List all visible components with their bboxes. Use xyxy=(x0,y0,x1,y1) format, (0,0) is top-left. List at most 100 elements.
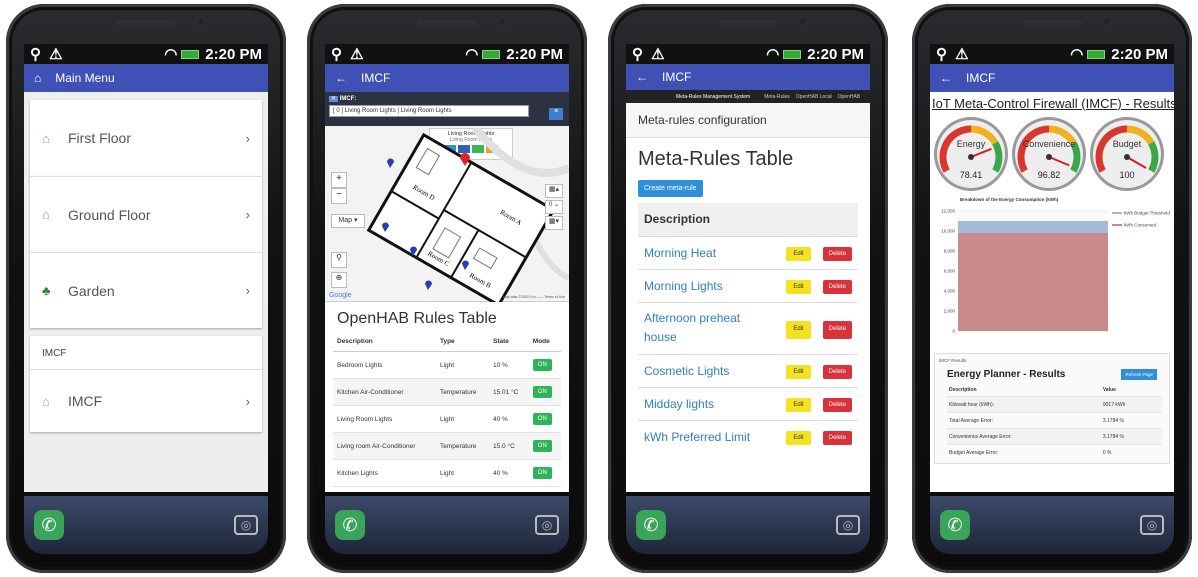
phone-call-icon[interactable]: ✆ xyxy=(34,510,64,540)
table-row: kWh Preferred Limit Edit Delete xyxy=(638,419,858,453)
delete-button[interactable]: Delete xyxy=(822,280,852,294)
front-camera xyxy=(1102,16,1112,26)
on-toggle[interactable]: ON xyxy=(532,467,552,479)
on-toggle[interactable]: ON xyxy=(532,413,552,425)
cell-mode: ON xyxy=(528,378,561,406)
map-type-button[interactable]: Map ▾ xyxy=(331,214,365,228)
phone-call-icon[interactable]: ✆ xyxy=(940,510,970,540)
cell-mode: ON xyxy=(528,351,561,379)
config-header: Meta-rules configuration xyxy=(626,103,870,138)
wifi-icon: ◠ xyxy=(766,46,780,63)
delete-button[interactable]: Delete xyxy=(822,365,852,379)
web-navbar: Meta-Rules Management System Meta-Rules … xyxy=(626,90,870,103)
back-arrow-icon[interactable]: ← xyxy=(335,71,347,85)
menu-list: ⌂ First Floor › ⌂ Ground Floor › ♣ Garde… xyxy=(24,92,268,492)
cell-delete: Delete xyxy=(816,419,858,453)
nav-link-meta-rules[interactable]: Meta-Rules xyxy=(764,94,790,100)
zoom-in-button[interactable]: + xyxy=(331,172,347,188)
status-time: 2:20 PM xyxy=(1111,45,1168,63)
delete-button[interactable]: Delete xyxy=(822,431,852,446)
rule-link[interactable]: Morning Heat xyxy=(638,235,781,269)
edit-button[interactable]: Edit xyxy=(786,247,811,261)
level-up-button[interactable]: ▦▴ xyxy=(545,184,563,198)
home-icon[interactable]: ⌂ xyxy=(34,71,41,85)
on-toggle[interactable]: ON xyxy=(532,440,552,452)
map-toolbar: ✕ IMCF: [ 0 ] Living Room Lights | Livin… xyxy=(325,92,569,126)
chart-title: Breakdown of the Energy Consumption (kWh… xyxy=(960,197,1059,202)
edit-button[interactable]: Edit xyxy=(786,280,811,294)
map-road xyxy=(471,128,569,177)
rule-link[interactable]: Cosmetic Lights xyxy=(638,353,781,387)
status-bar: ⚲ ⚠ ◠ 2:20 PM xyxy=(24,44,268,64)
edit-button[interactable]: Edit xyxy=(786,431,811,446)
col-description: Description xyxy=(333,332,436,352)
meta-rules-title: Meta-Rules Table xyxy=(638,148,794,170)
speaker-grille xyxy=(718,20,778,25)
rule-link[interactable]: Afternoon preheat house xyxy=(638,301,781,354)
menu-item-label: First Floor xyxy=(68,130,131,146)
menu-item-first-floor[interactable]: ⌂ First Floor › xyxy=(30,100,262,176)
edit-button[interactable]: Edit xyxy=(786,321,811,339)
menu-item-label: Ground Floor xyxy=(68,206,151,223)
edit-button[interactable]: Edit xyxy=(786,365,811,379)
app-bar: ← IMCF xyxy=(930,64,1174,92)
back-arrow-icon[interactable]: ← xyxy=(940,71,952,85)
on-toggle[interactable]: ON xyxy=(532,386,552,398)
menu-item-ground-floor[interactable]: ⌂ Ground Floor › xyxy=(30,176,262,252)
gauge-hub xyxy=(968,154,974,160)
planner-title: Energy Planner - Results xyxy=(947,369,1066,380)
refresh-button[interactable]: Refresh Page xyxy=(1121,369,1157,380)
rule-link[interactable]: kWh Preferred Limit xyxy=(638,419,781,453)
app-bar: ← IMCF xyxy=(626,64,870,90)
zoom-out-button[interactable]: − xyxy=(331,188,347,204)
marker-icon[interactable] xyxy=(387,158,394,169)
camera-icon[interactable]: ◎ xyxy=(234,515,258,535)
locate-icon[interactable]: ⊕ xyxy=(331,272,347,288)
delete-button[interactable]: Delete xyxy=(822,321,852,339)
phone-call-icon[interactable]: ✆ xyxy=(636,510,666,540)
table-row: Cosmetic Lights Edit Delete xyxy=(638,353,858,387)
table-row: Kitchen Lights Light 40 % ON xyxy=(333,459,561,487)
marker-icon[interactable] xyxy=(425,280,432,291)
menu-item-label: IMCF xyxy=(68,393,103,409)
wifi-icon: ◠ xyxy=(164,46,178,63)
menu-item-garden[interactable]: ♣ Garden › xyxy=(30,252,262,328)
col-type: Type xyxy=(435,332,490,352)
edit-button[interactable]: Edit xyxy=(786,398,811,412)
phone-1: ⚲ ⚠ ◠ 2:20 PM ⌂ Main Menu ⌂ First Floor … xyxy=(6,4,286,573)
cell-edit: Edit xyxy=(780,386,817,420)
battery-icon xyxy=(482,49,501,59)
cell-mode: ON xyxy=(528,459,561,487)
navbar-brand[interactable]: Meta-Rules Management System xyxy=(676,94,750,100)
delete-button[interactable]: Delete xyxy=(822,398,852,412)
delete-button[interactable]: Delete xyxy=(822,247,852,261)
nav-link-openhab-local[interactable]: OpenHAB Local xyxy=(796,94,832,100)
app-bar: ← IMCF xyxy=(325,64,569,92)
rule-link[interactable]: Morning Lights xyxy=(638,268,781,302)
menu-icon[interactable]: ≡ xyxy=(549,108,563,120)
camera-icon[interactable]: ◎ xyxy=(535,515,559,535)
menu-item-imcf[interactable]: ⌂ IMCF › xyxy=(30,370,262,432)
create-meta-rule-button[interactable]: Create meta-rule xyxy=(638,180,703,197)
cell-delete: Delete xyxy=(816,386,858,420)
nav-link-openhab[interactable]: OpenHAB xyxy=(838,94,861,100)
table-header: Description Type State Mode xyxy=(333,332,561,352)
gauge-band xyxy=(1095,125,1128,173)
cell-value: 9017 kWh xyxy=(1100,396,1162,413)
floor-map[interactable]: ✕ IMCF: [ 0 ] Living Room Lights | Livin… xyxy=(325,92,569,302)
house-icon: ⌂ xyxy=(42,130,50,146)
usb-icon: ⚲ ⚠ xyxy=(936,46,971,63)
on-toggle[interactable]: ON xyxy=(532,359,552,371)
back-arrow-icon[interactable]: ← xyxy=(636,70,648,84)
rule-link[interactable]: Midday lights xyxy=(638,386,781,420)
camera-icon[interactable]: ◎ xyxy=(1140,515,1164,535)
pegman-icon[interactable]: ⚲ xyxy=(331,252,347,268)
phone-call-icon[interactable]: ✆ xyxy=(335,510,365,540)
gauge-value: 78.41 xyxy=(959,170,983,180)
level-select[interactable]: 0 ⌄ xyxy=(545,200,563,214)
cell-desc: Kitchen Lights xyxy=(333,459,436,487)
close-icon[interactable]: ✕ xyxy=(329,96,339,102)
camera-icon[interactable]: ◎ xyxy=(836,515,860,535)
level-down-button[interactable]: ▦▾ xyxy=(545,216,563,230)
item-select[interactable]: [ 0 ] Living Room Lights | Living Room L… xyxy=(329,105,529,117)
